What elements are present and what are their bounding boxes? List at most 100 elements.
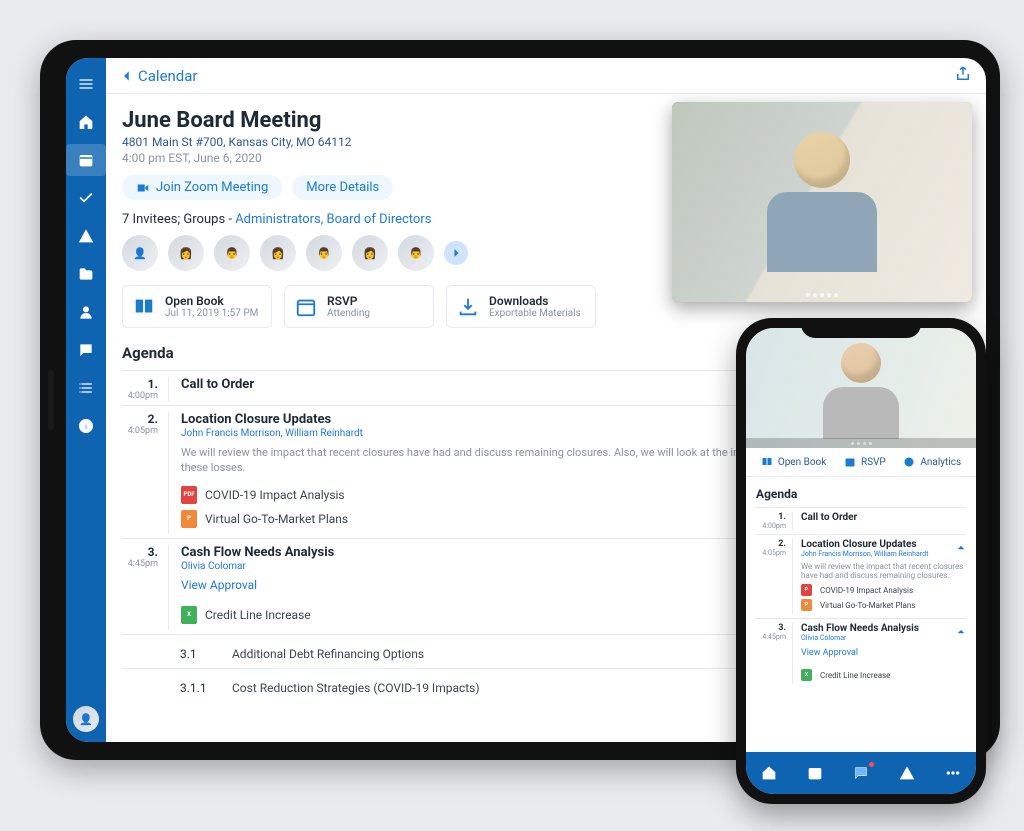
- phone-nav-messages[interactable]: [851, 763, 871, 783]
- sidebar-people[interactable]: [66, 296, 106, 328]
- file-attachment[interactable]: X Credit Line Increase: [801, 669, 966, 681]
- book-icon: [133, 296, 155, 318]
- video-call-pip[interactable]: [672, 102, 972, 302]
- more-avatars[interactable]: [444, 241, 468, 265]
- video-drag-handle[interactable]: [746, 438, 976, 448]
- card-label: Downloads: [489, 294, 581, 308]
- check-icon: [78, 190, 94, 206]
- phone-device: Open Book RSVP Analytics Agenda 1.4:00pm…: [736, 318, 986, 804]
- info-icon: i: [78, 418, 94, 434]
- rsvp-card[interactable]: RSVP Attending: [284, 285, 434, 328]
- video-feed: [672, 102, 972, 302]
- phone-agenda-item[interactable]: 2.4:05pm Location Closure Updates John F…: [756, 534, 966, 618]
- card-sublabel: Exportable Materials: [489, 308, 581, 319]
- card-sublabel: Attending: [327, 308, 370, 319]
- alert-icon: [78, 228, 94, 244]
- avatar[interactable]: 👨: [306, 235, 342, 271]
- join-zoom-button[interactable]: Join Zoom Meeting: [122, 175, 282, 200]
- agenda-presenters: John Francis Morrison, William Reinhardt: [801, 550, 966, 558]
- avatar[interactable]: 👤: [122, 235, 158, 271]
- file-attachment[interactable]: PCOVID-19 Impact Analysis: [801, 584, 966, 596]
- list-icon: [78, 380, 94, 396]
- sidebar-calendar[interactable]: [66, 144, 106, 176]
- phone-tabs: Open Book RSVP Analytics: [746, 448, 976, 477]
- view-approval-link[interactable]: View Approval: [801, 648, 858, 658]
- pie-icon: [903, 456, 915, 468]
- ppt-icon: P: [181, 510, 197, 528]
- video-drag-handle[interactable]: [802, 293, 842, 299]
- agenda-num: 1.: [122, 377, 158, 391]
- phone-nav-home[interactable]: [759, 763, 779, 783]
- avatar[interactable]: 👨: [398, 235, 434, 271]
- avatar[interactable]: 👩: [260, 235, 296, 271]
- agenda-time: 4:45pm: [756, 633, 786, 641]
- pdf-icon: PDF: [181, 486, 197, 504]
- xls-icon: X: [181, 606, 197, 624]
- phone-tab-analytics[interactable]: Analytics: [903, 456, 961, 468]
- phone-agenda-item[interactable]: 1.4:00pm Call to Order: [756, 507, 966, 534]
- sidebar-files[interactable]: [66, 258, 106, 290]
- avatar[interactable]: 👨: [214, 235, 250, 271]
- open-book-card[interactable]: Open Book Jul 11, 2019 1:57 PM: [122, 285, 272, 328]
- sidebar-info[interactable]: i: [66, 410, 106, 442]
- more-details-button[interactable]: More Details: [292, 175, 393, 200]
- sidebar-list[interactable]: [66, 372, 106, 404]
- chevron-up-icon: [956, 543, 966, 553]
- sidebar-home[interactable]: [66, 106, 106, 138]
- agenda-subtitle: Additional Debt Refinancing Options: [232, 647, 424, 661]
- agenda-time: 4:05pm: [122, 426, 158, 436]
- more-details-label: More Details: [306, 180, 379, 195]
- view-approval-link[interactable]: View Approval: [181, 578, 257, 592]
- sidebar-alerts[interactable]: [66, 220, 106, 252]
- agenda-title: Call to Order: [801, 512, 966, 523]
- agenda-num: 2.: [122, 412, 158, 426]
- downloads-card[interactable]: Downloads Exportable Materials: [446, 285, 596, 328]
- file-label: Credit Line Increase: [820, 671, 890, 680]
- breadcrumb-label: Calendar: [138, 67, 198, 85]
- join-zoom-label: Join Zoom Meeting: [156, 180, 268, 195]
- sidebar-profile-avatar[interactable]: 👤: [73, 706, 99, 732]
- agenda-time: 4:45pm: [122, 559, 158, 569]
- sidebar-menu[interactable]: [66, 68, 106, 100]
- file-label: Virtual Go-To-Market Plans: [205, 512, 348, 526]
- home-icon: [78, 114, 94, 130]
- phone-tab-openbook[interactable]: Open Book: [761, 456, 827, 468]
- folder-icon: [78, 266, 94, 282]
- file-attachment[interactable]: PVirtual Go-To-Market Plans: [801, 599, 966, 611]
- phone-agenda-item[interactable]: 3.4:45pm Cash Flow Needs Analysis Olivia…: [756, 618, 966, 688]
- sidebar-tasks[interactable]: [66, 182, 106, 214]
- file-label: Virtual Go-To-Market Plans: [820, 601, 915, 610]
- agenda-title: Cash Flow Needs Analysis: [801, 623, 966, 634]
- card-sublabel: Jul 11, 2019 1:57 PM: [165, 308, 258, 319]
- phone-video-pip[interactable]: [746, 328, 976, 448]
- phone-tab-rsvp[interactable]: RSVP: [844, 456, 886, 468]
- invitees-prefix: 7 Invitees; Groups -: [122, 212, 235, 227]
- sidebar: i 👤: [66, 58, 106, 742]
- back-to-calendar[interactable]: Calendar: [120, 67, 198, 85]
- chevron-up-icon: [956, 627, 966, 637]
- sidebar-messages[interactable]: [66, 334, 106, 366]
- avatar[interactable]: 👩: [352, 235, 388, 271]
- phone-nav-more[interactable]: [943, 763, 963, 783]
- person-icon: [78, 304, 94, 320]
- video-icon: [136, 181, 150, 195]
- card-label: RSVP: [327, 294, 370, 308]
- xls-icon: X: [801, 669, 812, 681]
- agenda-num: 2.: [756, 539, 786, 549]
- calendar-icon: [844, 456, 856, 468]
- phone-nav-calendar[interactable]: [805, 763, 825, 783]
- collapse-toggle[interactable]: [956, 627, 966, 637]
- agenda-description: We will review the impact that recent cl…: [801, 562, 966, 580]
- file-label: COVID-19 Impact Analysis: [205, 488, 345, 502]
- invitees-groups[interactable]: Administrators, Board of Directors: [235, 212, 431, 227]
- book-icon: [761, 456, 773, 468]
- agenda-presenters: Olivia Colomar: [801, 634, 966, 642]
- phone-bottom-nav: [746, 752, 976, 794]
- collapse-toggle[interactable]: [956, 543, 966, 553]
- card-label: Open Book: [165, 294, 258, 308]
- download-icon: [457, 296, 479, 318]
- phone-nav-alerts[interactable]: [897, 763, 917, 783]
- agenda-num: 3.: [756, 623, 786, 633]
- avatar[interactable]: 👩: [168, 235, 204, 271]
- share-button[interactable]: [954, 65, 972, 87]
